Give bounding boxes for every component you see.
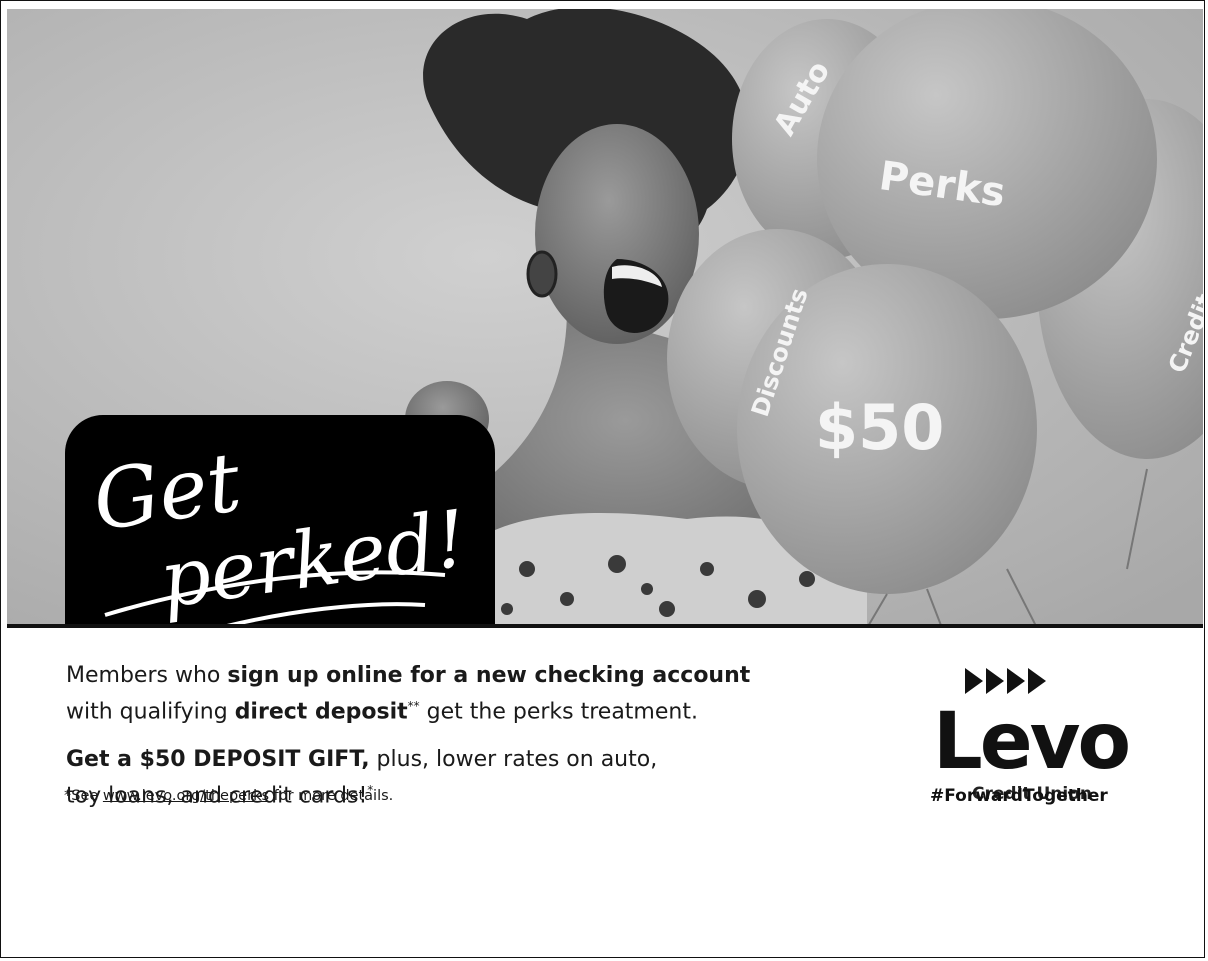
logo-wordmark: Levo: [933, 697, 1131, 787]
offer-paragraph-1: Members who sign up online for a new che…: [66, 663, 751, 725]
arrow-icon: [965, 668, 1046, 694]
hero-image: Auto Perks Credit Card Discounts $50 Get…: [7, 9, 1203, 628]
hashtag: #ForwardTogether: [930, 786, 1108, 806]
footnote: *See www.levo.org/theperks for more deta…: [64, 788, 394, 804]
headline-badge: Get perked!: [65, 415, 495, 624]
balloon-label-50: $50: [815, 391, 944, 464]
details-link[interactable]: www.levo.org/theperks: [103, 788, 269, 804]
ad-frame: Auto Perks Credit Card Discounts $50 Get…: [0, 0, 1205, 958]
offer-copy: Members who sign up online for a new che…: [66, 661, 886, 830]
